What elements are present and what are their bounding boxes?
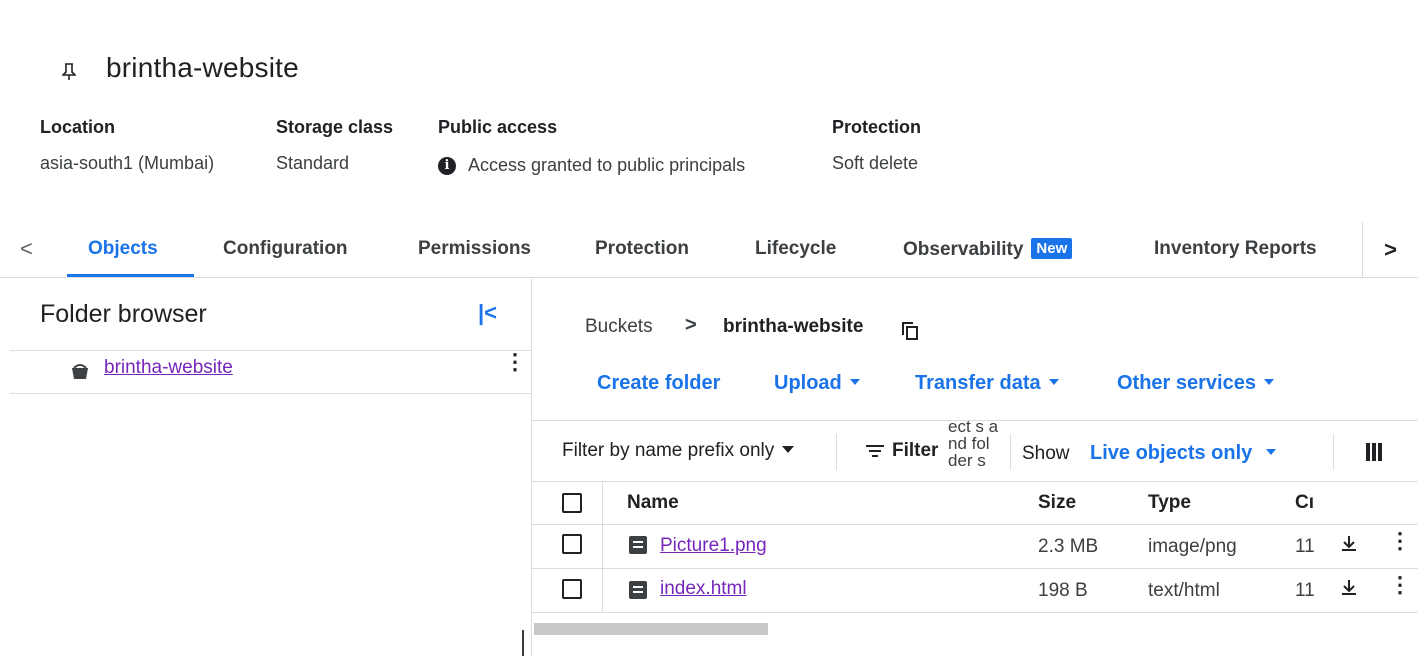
- new-badge: New: [1031, 238, 1073, 259]
- create-folder-button[interactable]: Create folder: [597, 372, 720, 395]
- file-name-link[interactable]: index.html: [660, 578, 747, 600]
- chevron-down-icon: [849, 379, 860, 385]
- info-icon[interactable]: i: [438, 156, 456, 175]
- toolbar-divider: [1010, 434, 1011, 470]
- select-all-checkbox[interactable]: [562, 493, 582, 513]
- file-icon: [629, 536, 647, 554]
- table-column-divider: [602, 482, 603, 613]
- bucket-title: brintha-website: [106, 52, 299, 83]
- horizontal-scrollbar[interactable]: [534, 623, 768, 635]
- table-row-divider: [532, 568, 1418, 569]
- more-vert-icon[interactable]: ⋮: [1389, 574, 1411, 596]
- toolbar-divider: [1333, 434, 1334, 470]
- download-icon[interactable]: [1339, 534, 1359, 554]
- toolbar-divider: [836, 434, 837, 470]
- file-size: 2.3 MB: [1038, 536, 1099, 557]
- file-created: 11: [1295, 536, 1315, 557]
- file-type: text/html: [1148, 580, 1220, 601]
- column-header-size[interactable]: Size: [1038, 492, 1076, 514]
- collapse-panel-icon[interactable]: |<: [478, 300, 497, 326]
- filter-mode-value: Filter by name prefix only: [562, 440, 775, 461]
- meta-public-access: Public access i Access granted to public…: [438, 117, 745, 176]
- meta-storage-class: Storage class Standard: [276, 117, 393, 174]
- tab-protection[interactable]: Protection: [595, 238, 689, 260]
- live-objects-select[interactable]: Live objects only: [1090, 442, 1277, 465]
- tab-observability[interactable]: Observability New: [903, 238, 1073, 261]
- download-icon[interactable]: [1339, 578, 1359, 598]
- tab-scroll-left-icon[interactable]: <: [20, 236, 33, 262]
- table-row-divider: [532, 612, 1418, 613]
- meta-storage-class-value: Standard: [276, 153, 350, 173]
- meta-protection-label: Protection: [832, 117, 922, 137]
- meta-public-access-label: Public access: [438, 117, 558, 137]
- meta-location: Location asia-south1 (Mumbai): [40, 117, 214, 174]
- breadcrumb-buckets[interactable]: Buckets: [585, 316, 653, 338]
- column-header-type[interactable]: Type: [1148, 492, 1191, 514]
- other-services-label: Other services: [1117, 372, 1256, 394]
- breadcrumb-separator-icon: >: [685, 314, 697, 336]
- meta-protection: Protection Soft delete: [832, 117, 921, 174]
- copy-icon[interactable]: [902, 322, 918, 340]
- column-header-name[interactable]: Name: [627, 492, 679, 514]
- file-created: 11: [1295, 580, 1315, 601]
- column-display-icon[interactable]: [1366, 443, 1382, 461]
- tab-observability-label: Observability: [903, 239, 1024, 260]
- other-services-button[interactable]: Other services: [1117, 372, 1274, 395]
- tab-inventory-reports[interactable]: Inventory Reports: [1154, 238, 1317, 260]
- transfer-data-label: Transfer data: [915, 372, 1041, 394]
- row-checkbox[interactable]: [562, 534, 582, 554]
- more-vert-icon[interactable]: ⋮: [504, 351, 526, 373]
- chevron-down-icon: [782, 446, 795, 453]
- folder-tree-link[interactable]: brintha-website: [104, 357, 233, 379]
- chevron-down-icon: [1048, 379, 1059, 385]
- meta-protection-value: Soft delete: [832, 153, 919, 173]
- folder-browser-panel: [0, 279, 532, 656]
- tab-permissions[interactable]: Permissions: [418, 238, 531, 260]
- transfer-data-button[interactable]: Transfer data: [915, 372, 1059, 395]
- filter-icon: [866, 445, 884, 457]
- more-vert-icon[interactable]: ⋮: [1389, 530, 1411, 552]
- tab-objects[interactable]: Objects: [88, 238, 158, 260]
- upload-button-label: Upload: [774, 372, 842, 394]
- filter-button-label: Filter: [892, 440, 939, 461]
- file-type: image/png: [1148, 536, 1237, 557]
- meta-storage-class-label: Storage class: [276, 117, 394, 137]
- upload-button[interactable]: Upload: [774, 372, 860, 395]
- file-size: 198 B: [1038, 580, 1088, 601]
- filter-mode-select[interactable]: Filter by name prefix only: [562, 440, 795, 462]
- show-label: Show: [1022, 443, 1070, 464]
- pin-icon[interactable]: [62, 63, 76, 81]
- filter-button[interactable]: Filter: [866, 440, 938, 462]
- panel-resize-handle[interactable]: [522, 630, 524, 656]
- column-header-created[interactable]: Cı: [1295, 492, 1314, 514]
- table-row-divider: [532, 524, 1418, 525]
- meta-location-label: Location: [40, 117, 115, 137]
- filter-input-text[interactable]: ect s a nd fol der s: [948, 418, 1008, 469]
- row-checkbox[interactable]: [562, 579, 582, 599]
- tab-scroll-right-icon[interactable]: >: [1362, 222, 1418, 278]
- tab-lifecycle[interactable]: Lifecycle: [755, 238, 836, 260]
- active-tab-indicator: [67, 274, 194, 277]
- file-icon: [629, 581, 647, 599]
- meta-public-access-value: Access granted to public principals: [468, 155, 746, 175]
- breadcrumb-current: brintha-website: [723, 316, 864, 337]
- folder-browser-title: Folder browser: [40, 300, 207, 328]
- file-name-link[interactable]: Picture1.png: [660, 535, 767, 557]
- bucket-icon: [72, 364, 88, 379]
- chevron-down-icon: [1266, 449, 1277, 455]
- chevron-down-icon: [1263, 379, 1274, 385]
- live-objects-value: Live objects only: [1090, 442, 1253, 464]
- meta-location-value: asia-south1 (Mumbai): [40, 153, 215, 173]
- tab-configuration[interactable]: Configuration: [223, 238, 348, 260]
